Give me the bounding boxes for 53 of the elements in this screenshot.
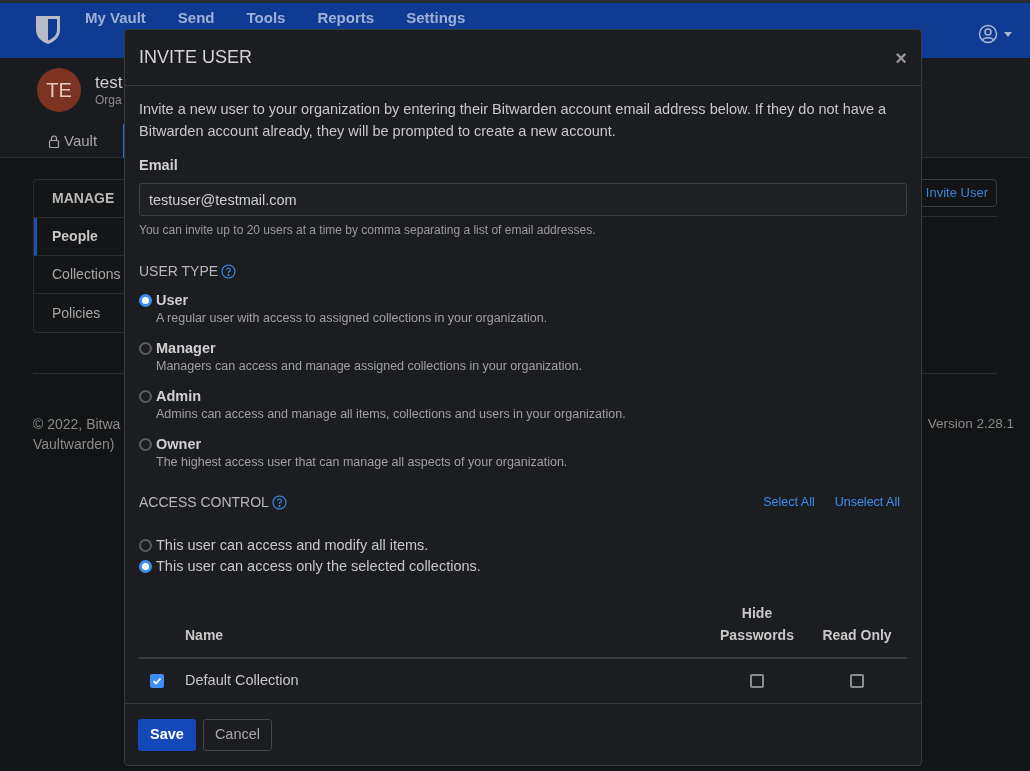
radio-label: This user can access only the selected collections. (156, 556, 481, 576)
check-icon (152, 675, 162, 686)
radio-label: Owner (156, 435, 202, 454)
radio-label: This user can access and modify all items. (156, 535, 429, 555)
table-cell-text: Default Collection (185, 670, 300, 690)
save-button[interactable]: Save (138, 718, 196, 751)
radio-button[interactable] (139, 560, 152, 573)
option-description: Managers can access and manage assigned collections in your organization. (155, 358, 583, 374)
lock-icon (48, 134, 60, 148)
unselect-all-link[interactable]: Unselect All (834, 493, 900, 512)
version-text: Version 2.28.1 (926, 415, 1014, 433)
radio-label: Manager (156, 339, 216, 358)
option-description: The highest access user that can manage all aspects of your organization. (155, 454, 569, 470)
radio-button[interactable] (139, 293, 152, 307)
checkbox[interactable] (750, 673, 764, 688)
column-header: Name (185, 626, 225, 645)
avatar: TE (37, 68, 81, 112)
radio-button[interactable] (139, 539, 152, 552)
dialog-title: INVITE USER (139, 46, 253, 69)
help-icon[interactable] (271, 495, 287, 510)
shield-icon[interactable] (35, 15, 61, 45)
org-subtitle: Orga (95, 93, 123, 109)
nav-link[interactable]: Settings (406, 9, 466, 27)
footer-text: © 2022, Bitwa (33, 415, 121, 434)
close-button[interactable]: × (895, 47, 907, 68)
footer-text: Vaultwarden) (33, 435, 116, 454)
intro-text: Invite a new user to your organization by entering their Bitwarden account email address below. If they do not have a Bitwarden account already, they will be prompted to create a new account. (139, 100, 888, 141)
email-field[interactable]: testuser@testmail.com (139, 183, 907, 216)
radio-label: User (156, 291, 189, 310)
option-description: A regular user with access to assigned collections in your organization. (155, 310, 549, 326)
radio-button[interactable] (139, 341, 152, 355)
help-icon[interactable] (221, 264, 237, 279)
cancel-button[interactable]: Cancel (202, 718, 272, 751)
nav-link[interactable]: Tools (246, 9, 286, 27)
nav-link[interactable]: Reports (317, 9, 375, 27)
option-description: Admins can access and manage all items, collections and users in your organization. (155, 406, 627, 422)
account-menu-icon[interactable] (978, 24, 1012, 44)
radio-label: Admin (156, 387, 202, 406)
field-label: Email (139, 156, 179, 175)
checkbox[interactable] (150, 673, 164, 688)
radio-button[interactable] (139, 389, 152, 403)
nav-link[interactable]: Send (177, 9, 215, 27)
column-header: Read Only (821, 626, 893, 645)
radio-button[interactable] (139, 437, 152, 451)
section-heading: ACCESS CONTROL (139, 493, 269, 512)
section-heading: USER TYPE (139, 262, 219, 281)
nav-link[interactable]: My Vault (85, 9, 146, 27)
select-all-link[interactable]: Select All (763, 493, 815, 512)
tab[interactable]: Vault (38, 124, 108, 158)
column-header: Hide Passwords (719, 604, 795, 645)
org-name: test (95, 71, 123, 94)
hint-text: You can invite up to 20 users at a time by comma separating a list of email addresses. (139, 222, 597, 239)
checkbox[interactable] (850, 673, 864, 688)
